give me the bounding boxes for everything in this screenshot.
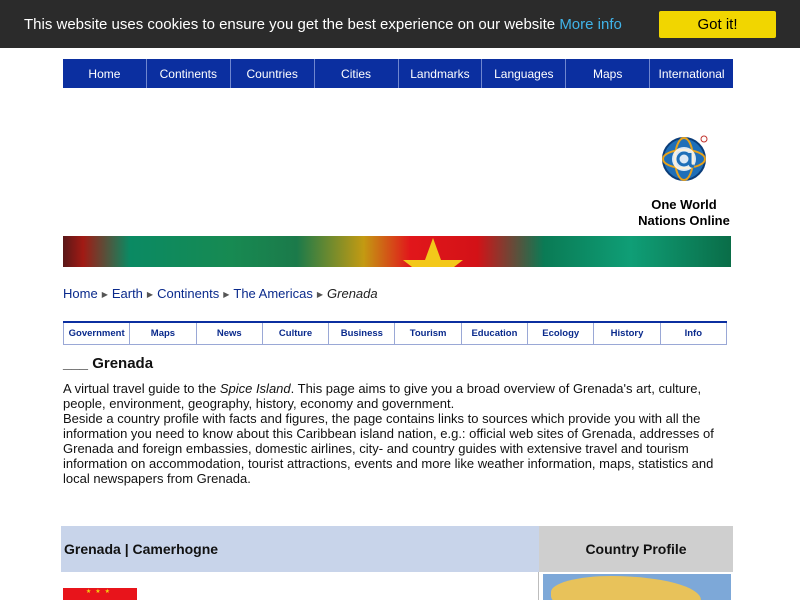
intro-p1-emphasis: Spice Island bbox=[219, 381, 291, 396]
nav-item-languages[interactable]: Languages bbox=[482, 59, 567, 88]
country-sub-navigation: Government Maps News Culture Business To… bbox=[63, 321, 727, 345]
flag-banner-image bbox=[63, 236, 731, 267]
brand-line-1: One World bbox=[651, 197, 717, 212]
cookie-message-text: This website uses cookies to ensure you … bbox=[24, 16, 560, 33]
tab-business[interactable]: Business bbox=[328, 323, 394, 344]
breadcrumb-separator-icon: ▶ bbox=[223, 290, 230, 299]
tab-culture[interactable]: Culture bbox=[261, 323, 328, 344]
got-it-button[interactable]: Got it! bbox=[659, 11, 776, 38]
page-title: ___ Grenada bbox=[63, 355, 153, 372]
nav-item-home[interactable]: Home bbox=[63, 59, 147, 88]
cookie-message: This website uses cookies to ensure you … bbox=[24, 16, 622, 33]
breadcrumb-current: Grenada bbox=[327, 286, 378, 301]
nav-item-international[interactable]: International bbox=[650, 59, 733, 88]
tab-education[interactable]: Education bbox=[460, 323, 527, 344]
nav-item-cities[interactable]: Cities bbox=[315, 59, 399, 88]
map-land-shape bbox=[551, 576, 701, 600]
more-info-link[interactable]: More info bbox=[559, 16, 622, 33]
cookie-banner: This website uses cookies to ensure you … bbox=[0, 0, 800, 48]
intro-paragraph-1: A virtual travel guide to the Spice Isla… bbox=[63, 381, 743, 411]
tab-maps[interactable]: Maps bbox=[129, 323, 195, 344]
top-navigation: Home Continents Countries Cities Landmar… bbox=[63, 59, 733, 88]
nav-item-continents[interactable]: Continents bbox=[147, 59, 231, 88]
intro-p1-before: A virtual travel guide to the bbox=[63, 381, 220, 396]
country-profile-header: Country Profile bbox=[539, 526, 733, 572]
country-map-image[interactable] bbox=[543, 574, 731, 600]
nav-item-maps[interactable]: Maps bbox=[566, 59, 651, 88]
tab-tourism[interactable]: Tourism bbox=[394, 323, 460, 344]
flag-stars-icon: ★★★ bbox=[85, 589, 115, 595]
tab-history[interactable]: History bbox=[593, 323, 659, 344]
intro-text: A virtual travel guide to the Spice Isla… bbox=[63, 381, 743, 486]
tab-info[interactable]: Info bbox=[659, 323, 727, 344]
brand-line-2: Nations Online bbox=[638, 213, 730, 228]
breadcrumb-separator-icon: ▶ bbox=[316, 290, 324, 299]
tab-news[interactable]: News bbox=[195, 323, 262, 344]
grenada-flag-image: ★★★ bbox=[63, 588, 137, 600]
page-title-prefix: ___ bbox=[63, 355, 89, 372]
brand-name: One World Nations Online bbox=[620, 197, 748, 229]
breadcrumb-earth[interactable]: Earth bbox=[112, 286, 143, 301]
tab-government[interactable]: Government bbox=[63, 323, 129, 344]
breadcrumb-continents[interactable]: Continents bbox=[157, 286, 219, 301]
country-name-header: Grenada | Camerhogne bbox=[61, 526, 539, 572]
breadcrumb-separator-icon: ▶ bbox=[146, 290, 154, 299]
banner-star-icon bbox=[403, 238, 463, 267]
table-divider bbox=[538, 572, 539, 600]
globe-logo-icon[interactable] bbox=[660, 133, 710, 183]
breadcrumb-the-americas[interactable]: The Americas bbox=[233, 286, 312, 301]
intro-paragraph-2: Beside a country profile with facts and … bbox=[63, 411, 714, 486]
breadcrumb-home[interactable]: Home bbox=[63, 286, 98, 301]
breadcrumb-separator-icon: ▶ bbox=[101, 290, 108, 299]
tab-ecology[interactable]: Ecology bbox=[527, 323, 593, 344]
page-title-text: Grenada bbox=[92, 355, 154, 372]
nav-item-countries[interactable]: Countries bbox=[231, 59, 315, 88]
nav-item-landmarks[interactable]: Landmarks bbox=[399, 59, 483, 88]
breadcrumb: Home ▶ Earth ▶ Continents ▶ The Americas ▶ Grena… bbox=[63, 286, 378, 301]
